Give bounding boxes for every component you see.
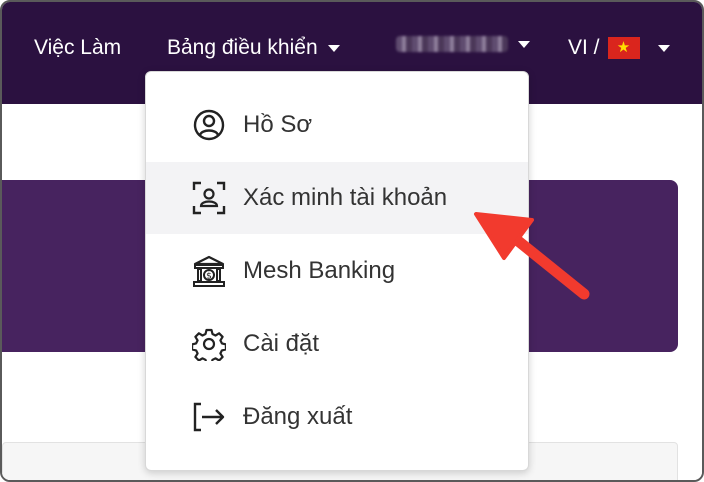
menu-item-label: Cài đặt — [243, 330, 320, 357]
account-verify-icon — [192, 181, 226, 215]
chevron-down-icon — [327, 44, 340, 52]
menu-item-logout[interactable]: Đăng xuất — [146, 381, 528, 453]
nav-jobs-link[interactable]: Việc Làm — [34, 36, 121, 60]
annotation-arrow-icon — [474, 212, 590, 300]
nav-dashboard-dropdown[interactable]: Bảng điều khiển — [167, 36, 340, 60]
menu-item-profile[interactable]: Hồ Sơ — [146, 89, 528, 161]
svg-text:$: $ — [206, 272, 212, 282]
nav-language-label: VI / — [568, 36, 600, 59]
menu-item-label: Xác minh tài khoản — [243, 184, 448, 211]
bank-icon: $ — [192, 254, 226, 288]
menu-item-label: Mesh Banking — [243, 257, 396, 284]
menu-item-settings[interactable]: Cài đặt — [146, 308, 528, 380]
nav-jobs-label: Việc Làm — [34, 36, 122, 59]
vietnam-flag-icon: ★ — [607, 37, 640, 59]
chevron-down-icon — [657, 44, 670, 52]
nav-dashboard-label: Bảng điều khiển — [167, 36, 318, 59]
nav-user-dropdown[interactable] — [396, 36, 530, 52]
menu-item-label: Đăng xuất — [243, 403, 353, 430]
app-window: Việc Làm Bảng điều khiển VI / ★ Hồ Sơ Xá… — [0, 0, 704, 482]
profile-icon — [192, 108, 226, 142]
chevron-down-icon — [518, 40, 530, 48]
menu-item-label: Hồ Sơ — [243, 111, 313, 138]
gear-icon — [192, 327, 226, 361]
redacted-username — [396, 36, 508, 52]
nav-language-dropdown[interactable]: VI / ★ — [568, 36, 670, 60]
logout-icon — [192, 400, 226, 434]
